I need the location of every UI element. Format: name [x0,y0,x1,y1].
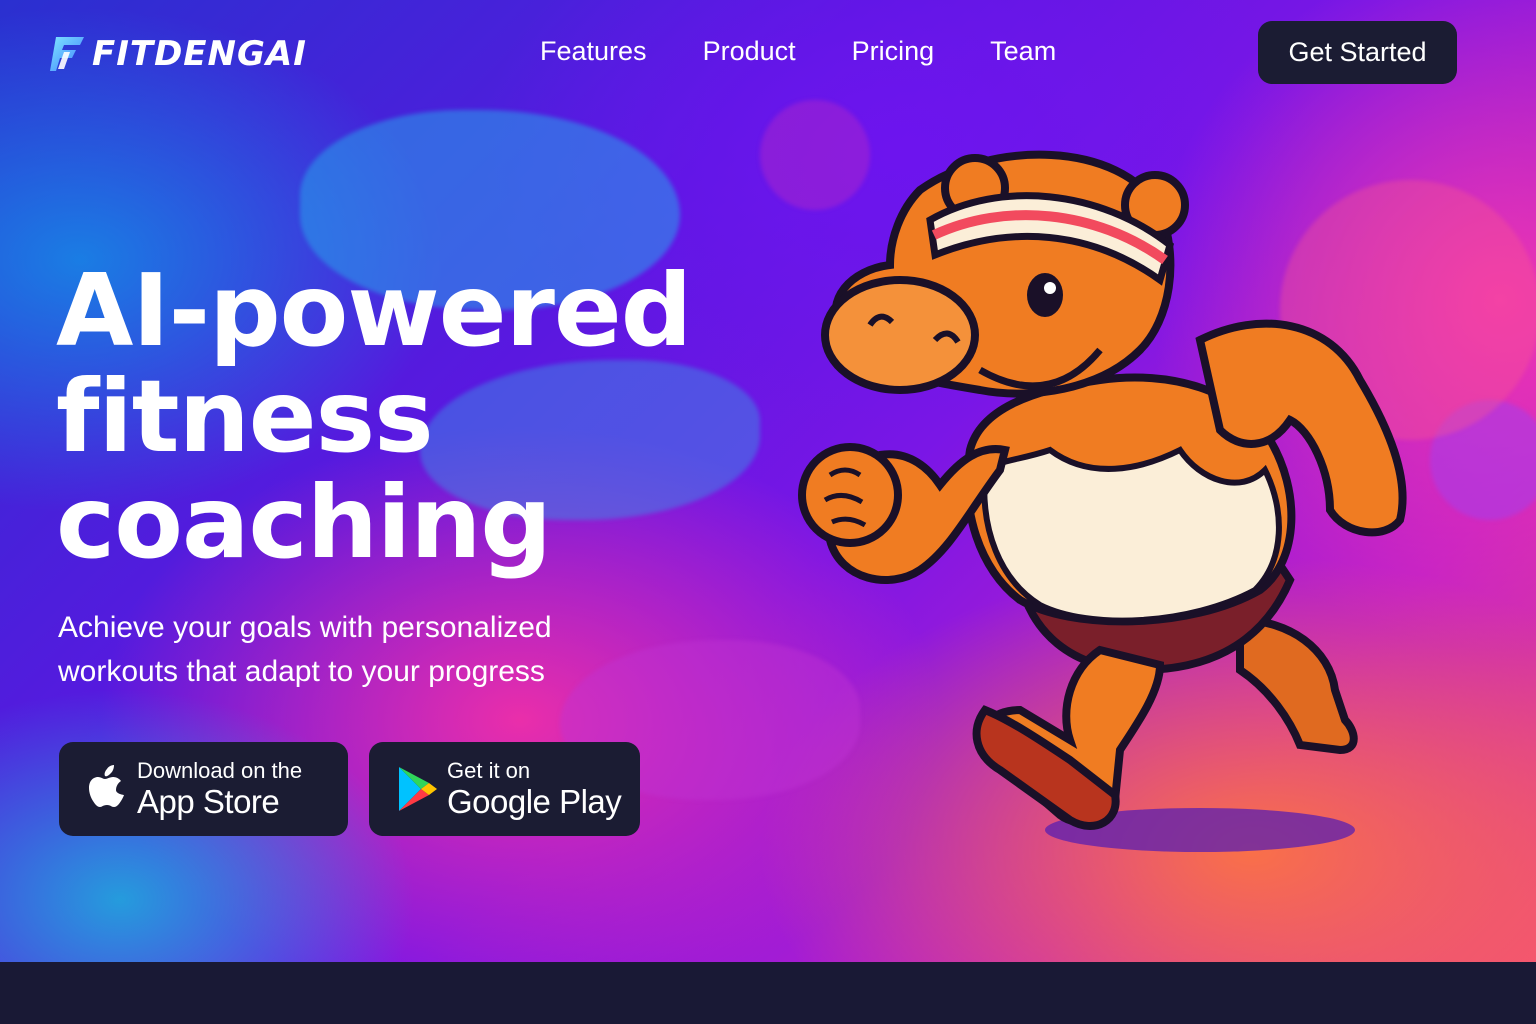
brand-name: FITDENGAI [92,34,307,74]
nav-team[interactable]: Team [990,36,1056,67]
brand-logo[interactable]: FITDENGAI [50,34,307,74]
hippo-runner-illustration [798,150,1407,852]
headline-line: coaching [56,464,552,581]
google-play-icon [399,767,437,811]
subtitle-line: Achieve your goals with personalized [58,611,552,644]
footer-band [0,962,1536,1024]
mascot-back-leg [1236,615,1358,755]
nav-product[interactable]: Product [703,36,796,67]
nav-pricing[interactable]: Pricing [852,36,935,67]
main-nav: Features Product Pricing Team [540,36,1056,67]
google-play-small: Get it on [447,758,531,783]
eye-highlight [1044,282,1056,294]
app-store-button[interactable]: Download on the App Store [59,742,348,836]
nav-features[interactable]: Features [540,36,647,67]
app-store-big: App Store [137,783,280,820]
logo-mark-icon [50,37,84,71]
hero-headline: AI-powered fitness coaching [56,252,692,581]
mascot-eye [1027,273,1063,317]
headline-line: fitness [56,358,434,475]
get-started-button[interactable]: Get Started [1258,21,1457,84]
google-play-button[interactable]: Get it on Google Play [369,742,640,836]
app-store-small: Download on the [137,758,303,783]
headline-line: AI-powered [56,252,692,369]
google-play-big: Google Play [447,783,622,820]
hero-subtitle: Achieve your goals with personalized wor… [58,606,618,694]
subtitle-line: workouts that adapt to your progress [58,655,545,688]
apple-icon [89,765,124,807]
